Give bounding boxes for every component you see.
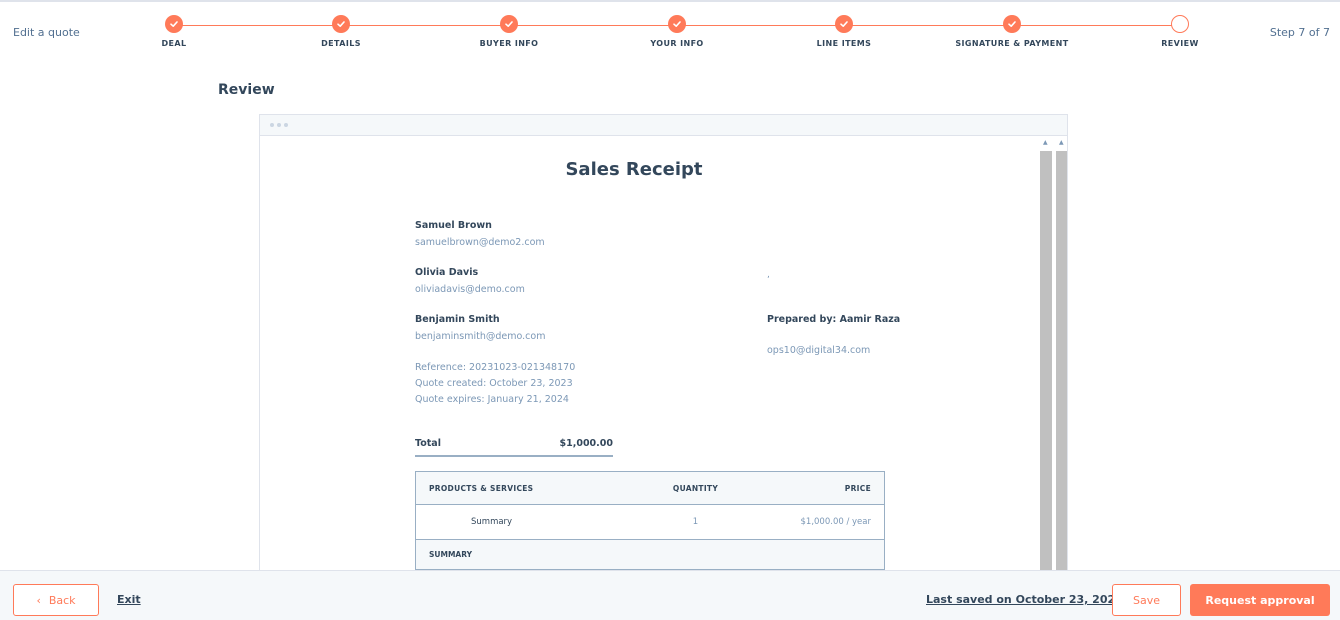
step-buyer-info[interactable]: BUYER INFO <box>439 15 579 48</box>
scrollbar[interactable] <box>1056 151 1067 583</box>
scroll-up-arrow-icon[interactable]: ▲ <box>1043 139 1048 146</box>
dot-icon <box>284 123 288 127</box>
step-label: SIGNATURE & PAYMENT <box>955 39 1069 48</box>
chevron-left-icon: ‹ <box>36 593 41 607</box>
quote-expires: Quote expires: January 21, 2024 <box>415 394 569 405</box>
total-value: $1,000.00 <box>559 438 614 449</box>
quote-created: Quote created: October 23, 2023 <box>415 378 573 389</box>
quote-meta: Reference: 20231023-021348170 Quote crea… <box>415 360 715 408</box>
check-icon <box>332 15 350 33</box>
scroll-up-arrow-icon[interactable]: ▲ <box>1059 139 1064 146</box>
column-header: QUANTITY <box>625 471 766 505</box>
step-line-items[interactable]: LINE ITEMS <box>774 15 914 48</box>
step-your-info[interactable]: YOUR INFO <box>607 15 747 48</box>
section-heading: Review <box>218 82 275 98</box>
dot-icon <box>277 123 281 127</box>
step-label: YOUR INFO <box>650 39 704 48</box>
contact-email: samuelbrown@demo2.com <box>415 237 545 248</box>
quote-reference: Reference: 20231023-021348170 <box>415 362 576 373</box>
total-row: Total $1,000.00 <box>415 438 613 457</box>
contact-email: oliviadavis@demo.com <box>415 284 525 295</box>
step-label: BUYER INFO <box>479 39 539 48</box>
price-cell: $1,000.00 / year <box>765 504 885 540</box>
preview-toolbar <box>260 115 1067 136</box>
last-saved-link[interactable]: Last saved on October 23, 2023 <box>926 593 1123 606</box>
contact-block: Benjamin Smith benjaminsmith@demo.com <box>415 314 675 342</box>
table-header-row: PRODUCTS & SERVICES QUANTITY PRICE <box>415 471 885 505</box>
dot-icon <box>270 123 274 127</box>
total-label: Total <box>415 438 441 449</box>
contact-block: Olivia Davis oliviadavis@demo.com <box>415 267 675 295</box>
column-header: PRODUCTS & SERVICES <box>415 471 626 505</box>
prepared-by-email: ops10@digital34.com <box>767 345 871 356</box>
check-icon <box>500 15 518 33</box>
quote-preview-window[interactable]: ▲ ▲ Sales Receipt Samuel Brown samuelbro… <box>259 114 1068 584</box>
contact-name: Benjamin Smith <box>415 314 500 325</box>
table-row: Summary 1 $1,000.00 / year <box>415 504 885 540</box>
contact-email: benjaminsmith@demo.com <box>415 331 546 342</box>
step-signature-payment[interactable]: SIGNATURE & PAYMENT <box>942 15 1082 48</box>
back-button[interactable]: ‹ Back <box>13 584 99 616</box>
summary-row: SUMMARY <box>415 539 885 570</box>
scrollbar[interactable] <box>1040 151 1052 583</box>
step-details[interactable]: DETAILS <box>271 15 411 48</box>
back-button-label: Back <box>48 593 76 607</box>
contact-name: Samuel Brown <box>415 220 492 231</box>
check-icon <box>835 15 853 33</box>
exit-link[interactable]: Exit <box>117 593 141 606</box>
check-icon <box>1003 15 1021 33</box>
document-title: Sales Receipt <box>565 159 703 180</box>
check-icon <box>668 15 686 33</box>
progress-stepper: DEAL DETAILS BUYER INFO YOUR INFO LINE I… <box>0 0 1340 60</box>
step-review[interactable]: REVIEW <box>1110 15 1250 48</box>
current-step-circle-icon <box>1171 15 1189 33</box>
column-header: PRICE <box>765 471 885 505</box>
step-label: REVIEW <box>1161 39 1199 48</box>
step-label: LINE ITEMS <box>816 39 872 48</box>
contact-name: Olivia Davis <box>415 267 479 278</box>
summary-label: SUMMARY <box>415 539 885 570</box>
product-cell: Summary <box>415 504 626 540</box>
step-label: DETAILS <box>321 39 361 48</box>
line-items-table: PRODUCTS & SERVICES QUANTITY PRICE Summa… <box>415 471 885 570</box>
step-deal[interactable]: DEAL <box>104 15 244 48</box>
step-label: DEAL <box>161 39 187 48</box>
footer-bar: ‹ Back Exit Last saved on October 23, 20… <box>0 570 1340 620</box>
save-button[interactable]: Save <box>1112 584 1181 616</box>
contact-block: Samuel Brown samuelbrown@demo2.com <box>415 220 675 248</box>
address-separator: , <box>767 270 770 280</box>
prepared-by: Prepared by: Aamir Raza <box>767 314 901 325</box>
quantity-cell: 1 <box>625 504 766 540</box>
request-approval-button[interactable]: Request approval <box>1190 584 1330 616</box>
check-icon <box>165 15 183 33</box>
